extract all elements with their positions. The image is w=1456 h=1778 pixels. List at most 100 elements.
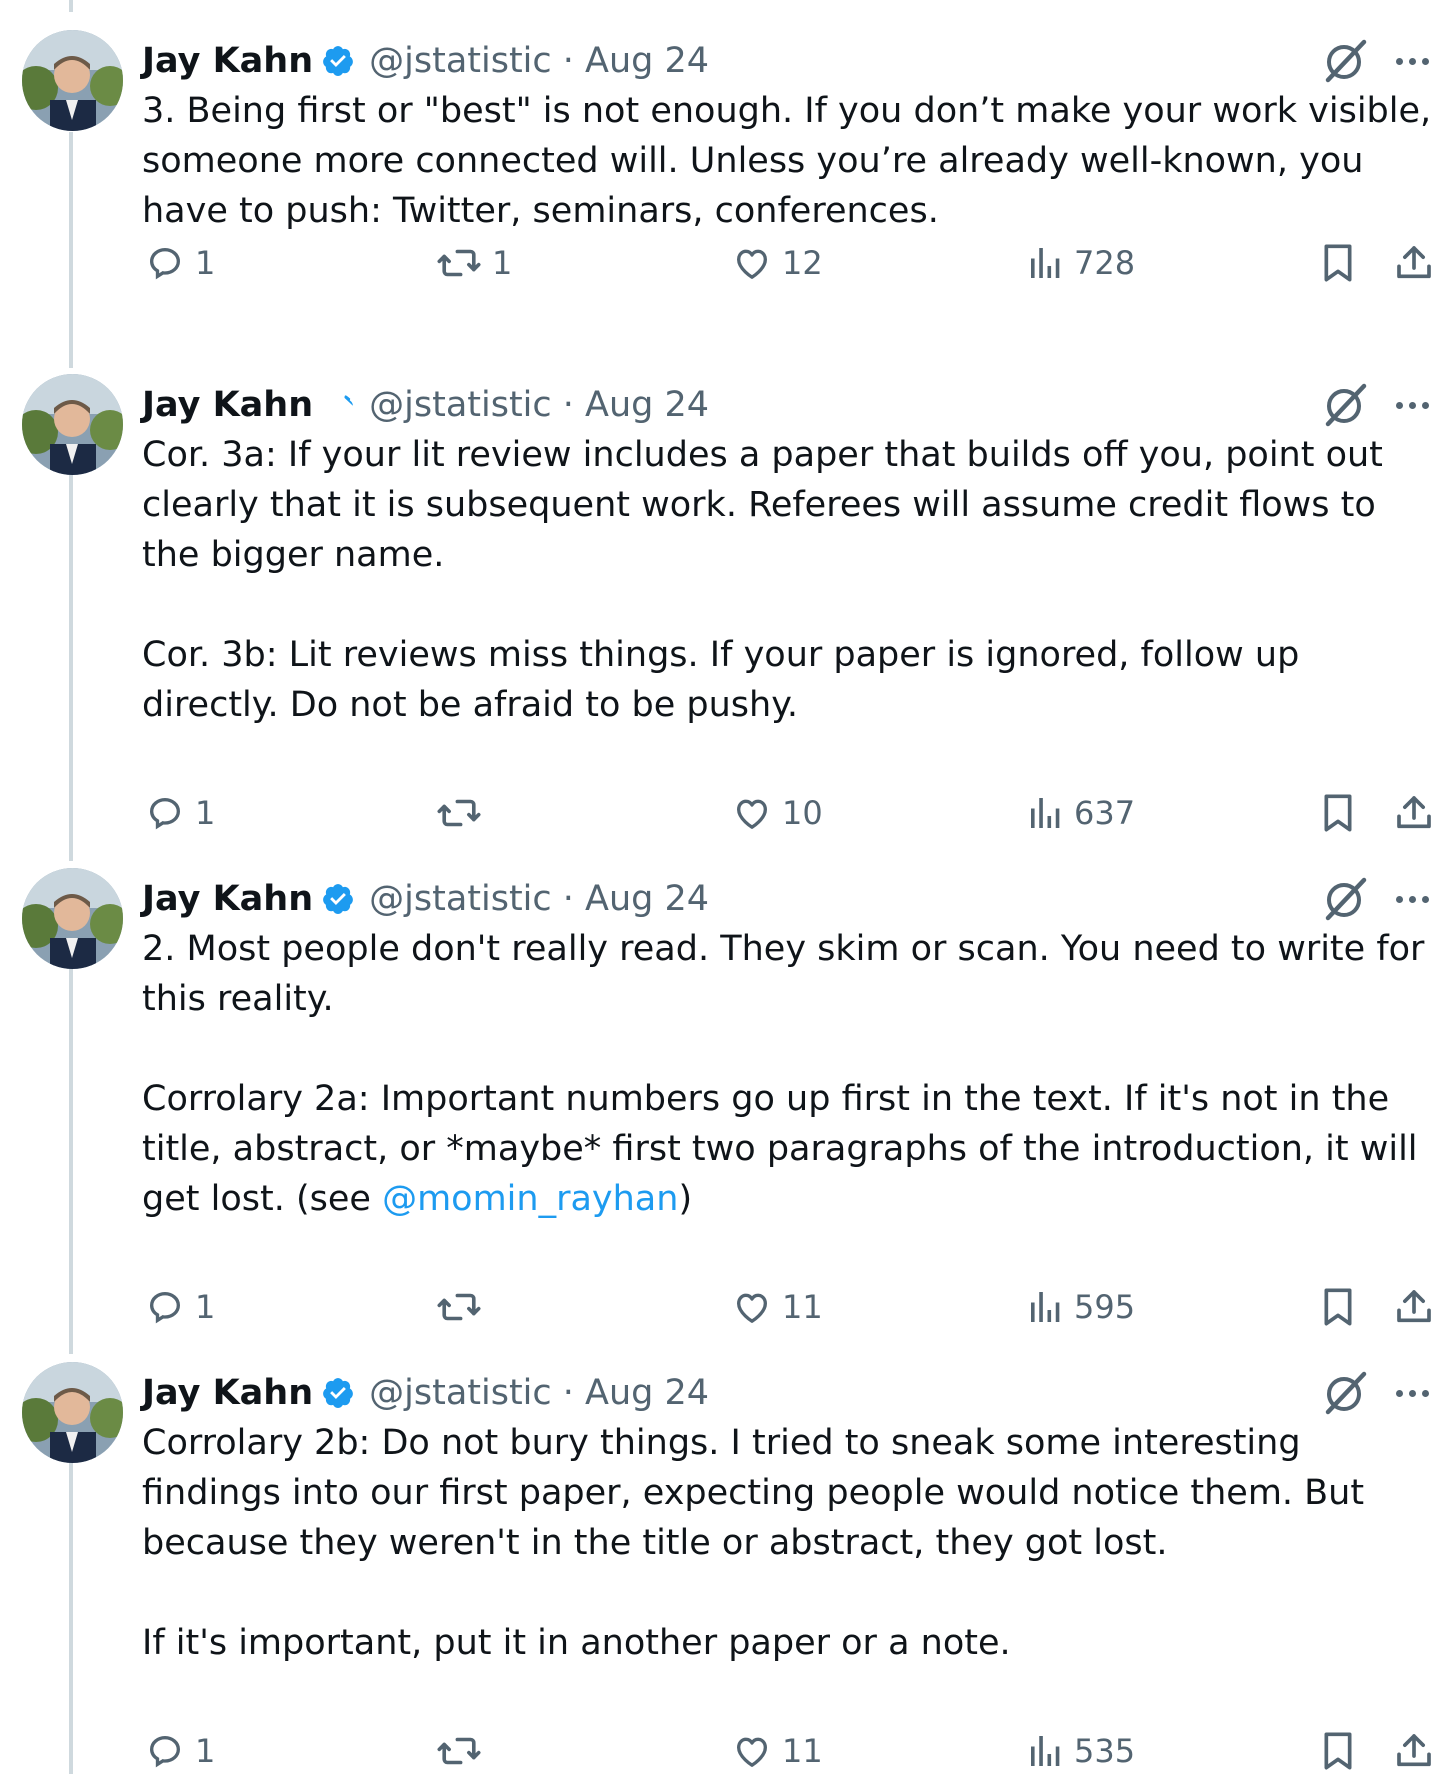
like-button[interactable]: 11 (732, 1280, 823, 1334)
author-handle[interactable]: @jstatistic · Aug 24 (369, 385, 709, 425)
avatar[interactable] (22, 374, 123, 475)
views-button[interactable]: 637 (1028, 786, 1135, 840)
author-name[interactable]: Jay Kahn (142, 1373, 313, 1413)
reply-icon (149, 247, 181, 280)
tweet-paragraph: Cor. 3a: If your lit review includes a p… (142, 435, 1383, 575)
tweet-text: Corrolary 2b: Do not bury things. I trie… (142, 1418, 1442, 1668)
grok-icon[interactable] (1320, 36, 1370, 86)
share-button[interactable] (1394, 1724, 1434, 1778)
reply-icon (149, 797, 181, 830)
repost-count: 1 (492, 244, 513, 282)
avatar[interactable] (22, 1362, 123, 1463)
tweet-header: Jay Kahn @jstatistic · Aug 24 (142, 1362, 709, 1424)
share-icon (1397, 796, 1431, 829)
bookmark-button[interactable] (1318, 786, 1358, 840)
tweet-paragraph: Corrolary 2a: Important numbers go up fi… (142, 1079, 1418, 1219)
reply-button[interactable]: 1 (145, 1724, 215, 1778)
tweet-paragraph: Corrolary 2b: Do not bury things. I trie… (142, 1423, 1365, 1563)
tweet-date[interactable]: Aug 24 (585, 1373, 709, 1413)
reply-count: 1 (195, 794, 216, 832)
tweet-paragraph: 2. Most people don't really read. They s… (142, 929, 1425, 1019)
grok-icon[interactable] (1320, 380, 1370, 430)
tweet-actions: 1 11 595 (0, 1280, 1456, 1334)
tweet-date[interactable]: Aug 24 (585, 385, 709, 425)
more-icon[interactable] (1396, 895, 1429, 903)
author-handle[interactable]: @jstatistic · Aug 24 (369, 879, 709, 919)
reply-icon (149, 1291, 181, 1324)
grok-icon[interactable] (1320, 874, 1370, 924)
views-icon (1031, 798, 1060, 828)
repost-button[interactable] (436, 1280, 492, 1334)
like-button[interactable]: 10 (732, 786, 823, 840)
see-prefix: (see (295, 1179, 383, 1219)
reply-button[interactable]: 1 (145, 236, 215, 290)
like-icon (737, 799, 767, 829)
like-count: 11 (782, 1288, 823, 1326)
like-icon (737, 1737, 767, 1767)
more-icon[interactable] (1396, 401, 1429, 409)
like-icon (737, 249, 767, 279)
tweet-actions: 1 10 637 (0, 786, 1456, 840)
like-button[interactable]: 11 (732, 1724, 823, 1778)
repost-button[interactable]: 1 (436, 236, 512, 290)
views-icon (1031, 1736, 1060, 1766)
repost-icon (437, 1293, 481, 1321)
share-icon (1397, 1734, 1431, 1767)
grok-icon[interactable] (1320, 1368, 1370, 1418)
tweet-paragraph: 3. Being first or "best" is not enough. … (142, 91, 1432, 231)
like-count: 10 (782, 794, 823, 832)
share-icon (1397, 1290, 1431, 1323)
thread-line (69, 0, 73, 12)
reply-button[interactable]: 1 (145, 786, 215, 840)
views-button[interactable]: 728 (1028, 236, 1135, 290)
verified-badge-icon (321, 388, 355, 422)
views-button[interactable]: 595 (1028, 1280, 1135, 1334)
dot-separator: · (551, 385, 586, 425)
author-name[interactable]: Jay Kahn (142, 385, 313, 425)
verified-badge-icon (321, 882, 355, 916)
more-icon[interactable] (1396, 57, 1429, 65)
tweet-header: Jay Kahn @jstatistic · Aug 24 (142, 868, 709, 930)
reply-button[interactable]: 1 (145, 1280, 215, 1334)
views-count: 535 (1074, 1732, 1136, 1770)
author-name[interactable]: Jay Kahn (142, 879, 313, 919)
like-count: 12 (782, 244, 823, 282)
more-icon[interactable] (1396, 1389, 1429, 1397)
avatar[interactable] (22, 868, 123, 969)
repost-button[interactable] (436, 1724, 492, 1778)
dot-separator: · (551, 41, 586, 81)
repost-button[interactable] (436, 786, 492, 840)
repost-icon (437, 1737, 481, 1765)
tweet-actions: 1 11 535 (0, 1724, 1456, 1778)
share-button[interactable] (1394, 786, 1434, 840)
bookmark-button[interactable] (1318, 1724, 1358, 1778)
tweet-actions: 1 1 12 728 (0, 236, 1456, 290)
author-name[interactable]: Jay Kahn (142, 41, 313, 81)
share-button[interactable] (1394, 236, 1434, 290)
views-count: 637 (1074, 794, 1136, 832)
views-count: 728 (1074, 244, 1136, 282)
author-handle[interactable]: @jstatistic · Aug 24 (369, 41, 709, 81)
bookmark-button[interactable] (1318, 1280, 1358, 1334)
like-button[interactable]: 12 (732, 236, 823, 290)
author-handle[interactable]: @jstatistic · Aug 24 (369, 1373, 709, 1413)
bookmark-button[interactable] (1318, 236, 1358, 290)
tweet-paragraph: If it's important, put it in another pap… (142, 1623, 1011, 1663)
like-count: 11 (782, 1732, 823, 1770)
views-button[interactable]: 535 (1028, 1724, 1135, 1778)
repost-icon (437, 249, 481, 277)
avatar[interactable] (22, 30, 123, 131)
tweet-date[interactable]: Aug 24 (585, 879, 709, 919)
mention-link[interactable]: @momin_rayhan (382, 1179, 678, 1219)
tweet-date[interactable]: Aug 24 (585, 41, 709, 81)
share-button[interactable] (1394, 1280, 1434, 1334)
bookmark-icon (1324, 244, 1352, 282)
tweet-text: 2. Most people don't really read. They s… (142, 924, 1442, 1224)
tweet-text: Cor. 3a: If your lit review includes a p… (142, 430, 1442, 730)
like-icon (737, 1293, 767, 1323)
share-icon (1397, 246, 1431, 279)
bookmark-icon (1324, 794, 1352, 832)
reply-count: 1 (195, 244, 216, 282)
tweet-header: Jay Kahn @jstatistic · Aug 24 (142, 374, 709, 436)
reply-count: 1 (195, 1288, 216, 1326)
